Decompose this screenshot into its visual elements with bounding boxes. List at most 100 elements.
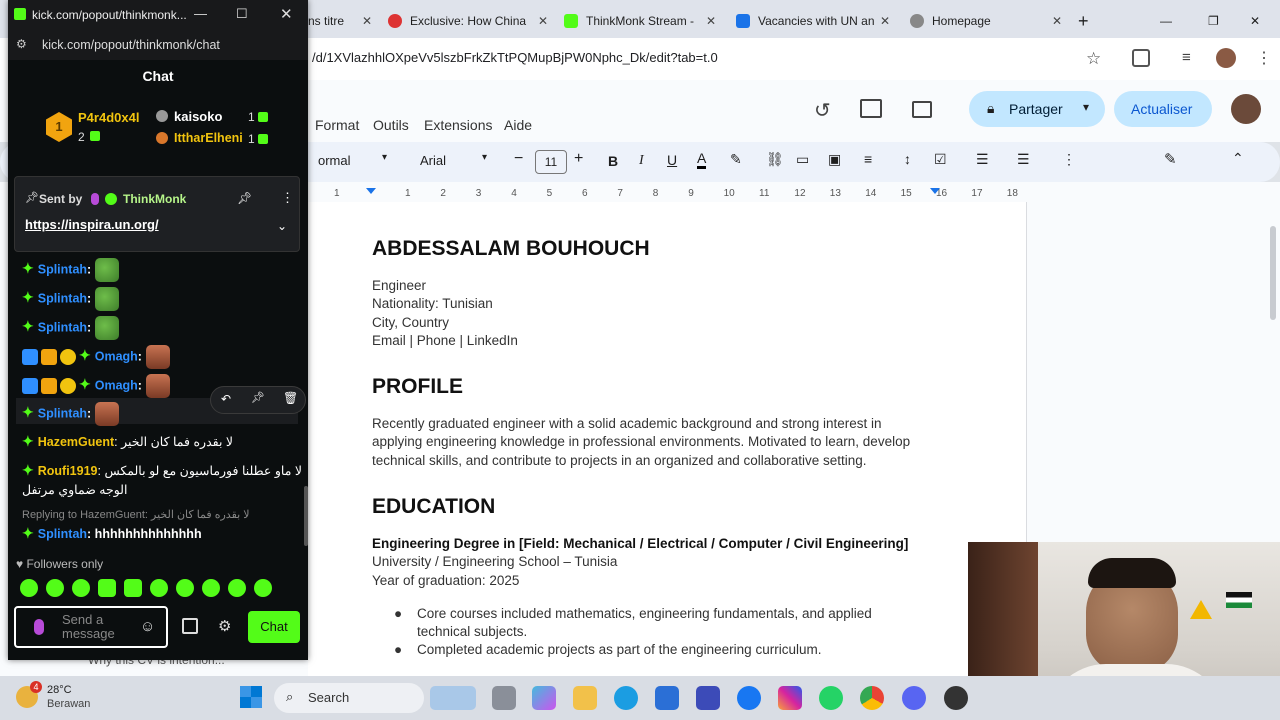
emote-icon[interactable] xyxy=(98,579,116,597)
close-window-icon[interactable]: ✕ xyxy=(1250,6,1270,36)
line-spacing-icon[interactable]: ↕ xyxy=(904,151,911,167)
text-color-icon[interactable]: A xyxy=(697,150,707,169)
leaderboard-user[interactable]: IttharElheni xyxy=(174,131,243,145)
menu-extensions[interactable]: Extensions xyxy=(424,117,492,133)
emoji-icon[interactable]: ☺ xyxy=(140,618,155,635)
chat-input-placeholder[interactable]: Send a message xyxy=(62,613,132,641)
chat-message[interactable]: ✦ Splintah: xyxy=(22,258,120,282)
emote-icon[interactable] xyxy=(202,579,220,597)
collapse-icon[interactable]: ⌃ xyxy=(1232,150,1244,167)
pinned-message[interactable]: 📌︎ Sent by ThinkMonk 📌︎ ⋮ https://inspir… xyxy=(14,176,300,252)
chat-message[interactable]: ✦ Splintah: xyxy=(22,402,120,426)
chat-message[interactable]: ✦ HazemGuent: لا بقدره فما كان الخير xyxy=(22,433,233,450)
kick-url[interactable]: kick.com/popout/thinkmonk/chat xyxy=(42,38,220,52)
extensions-icon[interactable] xyxy=(1132,49,1150,67)
increase-font-icon[interactable]: + xyxy=(574,150,583,168)
emote-icon[interactable] xyxy=(254,579,272,597)
search-highlight-icon[interactable] xyxy=(430,686,476,710)
media-control-icon[interactable]: ≡ xyxy=(1182,49,1191,66)
app-l-icon[interactable] xyxy=(696,686,720,710)
emote-icon[interactable] xyxy=(150,579,168,597)
history-icon[interactable]: ↺ xyxy=(814,98,831,123)
maximize-icon[interactable]: ☐ xyxy=(236,6,248,22)
comments-icon[interactable] xyxy=(860,99,882,118)
chat-input-box[interactable]: Send a message ☺ xyxy=(14,606,168,648)
update-button[interactable]: Actualiser xyxy=(1114,91,1212,127)
comment-icon[interactable]: ▭ xyxy=(796,151,809,168)
chat-message[interactable]: ✦ Omagh: xyxy=(22,374,170,398)
close-icon[interactable]: ✕ xyxy=(706,14,724,28)
leaderboard-user[interactable]: kaisoko xyxy=(174,109,222,124)
whatsapp-icon[interactable] xyxy=(819,686,843,710)
chat-username[interactable]: Omagh xyxy=(95,378,138,392)
pin-icon[interactable]: 📌︎ xyxy=(251,391,265,404)
chat-message[interactable]: ✦ Roufi1919: لا ماو عطلنا فورماسيون مع لو… xyxy=(22,462,302,479)
chat-send-button[interactable]: Chat xyxy=(248,611,300,643)
chrome-menu-icon[interactable]: ⋮ xyxy=(1256,48,1272,68)
maximize-icon[interactable]: ❐ xyxy=(1208,6,1228,36)
close-icon[interactable]: ✕ xyxy=(880,14,898,28)
chat-scrollbar[interactable] xyxy=(304,486,308,546)
share-button[interactable]: 🔒︎ Partager ▾ xyxy=(969,91,1105,127)
link-icon[interactable]: ⛓ xyxy=(766,151,784,168)
bullet-list-icon[interactable]: ☰ xyxy=(976,151,989,168)
site-settings-icon[interactable]: ⚙ xyxy=(16,37,27,51)
close-icon[interactable]: ✕ xyxy=(1052,14,1070,28)
chat-username[interactable]: Splintah xyxy=(38,406,87,420)
windows-start-icon[interactable] xyxy=(240,686,262,708)
meet-icon[interactable] xyxy=(912,101,932,118)
reply-context[interactable]: Replying to HazemGuent: لا بقدره فما كان… xyxy=(22,508,250,521)
unpin-icon[interactable]: 📌︎ xyxy=(237,191,252,205)
profile-avatar[interactable] xyxy=(1216,48,1236,68)
chat-username[interactable]: Splintah xyxy=(38,320,87,334)
decrease-font-icon[interactable]: − xyxy=(514,150,523,168)
highlight-icon[interactable]: ✎ xyxy=(730,151,742,168)
tab-homepage[interactable]: Homepage ✕ xyxy=(910,6,1070,36)
bookmark-star-icon[interactable]: ☆ xyxy=(1086,49,1101,69)
store-icon[interactable] xyxy=(655,686,679,710)
edit-mode-icon[interactable]: ✎ xyxy=(1164,150,1177,168)
chat-username[interactable]: Splintah xyxy=(38,527,87,541)
emote-icon[interactable] xyxy=(176,579,194,597)
doc-scrollbar[interactable] xyxy=(1270,226,1276,320)
document-page[interactable]: ABDESSALAM BOUHOUCH Engineer Nationality… xyxy=(308,202,1027,676)
tab-vacancies[interactable]: Vacancies with UN an ✕ xyxy=(736,6,898,36)
close-icon[interactable]: ✕ xyxy=(362,14,380,28)
image-icon[interactable]: ▣ xyxy=(828,151,841,168)
chat-message[interactable]: ✦ Splintah: xyxy=(22,287,120,311)
leaderboard-user[interactable]: P4r4d0x4l xyxy=(78,110,139,125)
close-icon[interactable]: ✕ xyxy=(538,14,556,28)
reply-icon[interactable]: ↶ xyxy=(221,392,231,406)
chat-message[interactable]: ✦ Splintah: xyxy=(22,316,120,340)
discord-icon[interactable] xyxy=(902,686,926,710)
edge-icon[interactable] xyxy=(614,686,638,710)
checklist-icon[interactable]: ☑ xyxy=(934,151,947,168)
underline-icon[interactable]: U xyxy=(667,152,677,168)
settings-gear-icon[interactable]: ⚙ xyxy=(218,617,231,635)
user-avatar[interactable] xyxy=(1231,94,1261,124)
chat-username[interactable]: Splintah xyxy=(38,262,87,276)
menu-aide[interactable]: Aide xyxy=(504,117,532,133)
font-select[interactable]: Arial xyxy=(420,153,446,168)
chat-message[interactable]: ✦ Splintah: hhhhhhhhhhhhhh xyxy=(22,525,202,542)
chat-username[interactable]: Omagh xyxy=(95,349,138,363)
chrome-icon[interactable] xyxy=(860,686,884,710)
font-size-input[interactable]: 11 xyxy=(535,150,567,174)
emote-icon[interactable] xyxy=(46,579,64,597)
file-explorer-icon[interactable] xyxy=(573,686,597,710)
tab-thinkmonk[interactable]: ThinkMonk Stream - ✕ xyxy=(564,6,724,36)
pinned-sender[interactable]: ThinkMonk xyxy=(123,192,186,206)
tab-untitled[interactable]: ns titre ✕ xyxy=(308,6,380,36)
close-icon[interactable]: ✕ xyxy=(280,5,293,23)
minimize-icon[interactable]: — xyxy=(1160,6,1180,36)
url-field[interactable]: /d/1XVlazhhlOXpeVv5lszbFrkZkTtPQMupBjPW0… xyxy=(312,50,718,65)
instagram-icon[interactable] xyxy=(778,686,802,710)
facebook-icon[interactable] xyxy=(737,686,761,710)
gift-sub-icon[interactable] xyxy=(182,618,198,634)
more-options-icon[interactable]: ⋮ xyxy=(281,190,294,206)
emote-icon[interactable] xyxy=(72,579,90,597)
emote-icon[interactable] xyxy=(228,579,246,597)
new-tab-icon[interactable]: + xyxy=(1078,6,1098,36)
align-icon[interactable]: ≡ xyxy=(864,151,872,167)
chat-username[interactable]: HazemGuent xyxy=(38,435,114,449)
